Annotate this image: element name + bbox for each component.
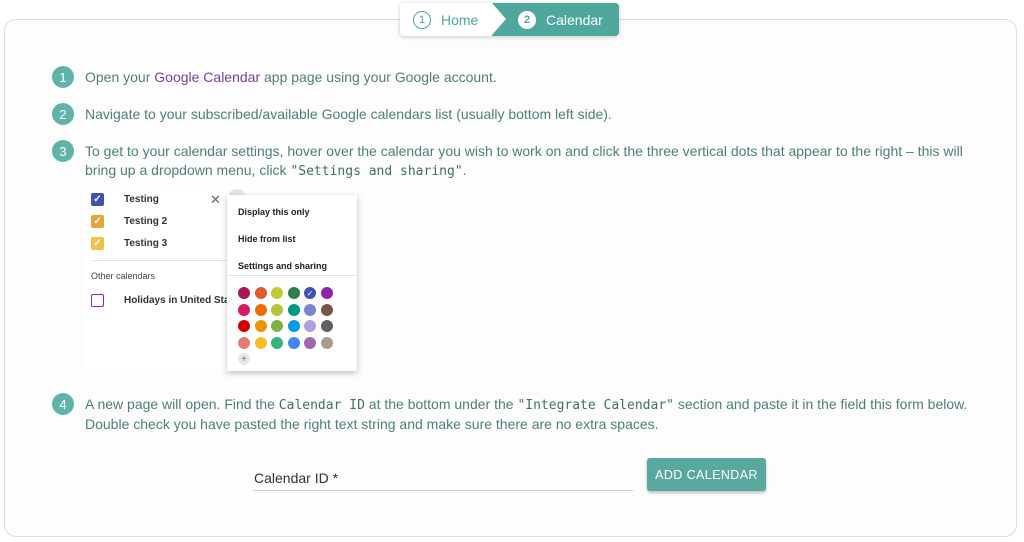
google-calendar-link[interactable]: Google Calendar <box>154 69 260 85</box>
step-text: app page using your Google account. <box>260 69 497 85</box>
step-number: 4 <box>52 393 74 415</box>
color-swatch <box>254 287 267 299</box>
step-number: 3 <box>52 140 74 162</box>
color-swatch <box>254 320 267 332</box>
menu-item-display-only: Display this only <box>238 207 310 217</box>
calendar-settings-screenshot: ✓ Testing ✕ ✓ Testing 2 ✓ Testing 3 Othe… <box>85 185 357 371</box>
menu-item-settings-sharing: Settings and sharing <box>238 261 328 271</box>
color-swatch <box>287 303 300 316</box>
color-swatch <box>271 336 283 349</box>
step-text: To get to your calendar settings, hover … <box>85 143 963 178</box>
color-swatch <box>287 336 300 349</box>
color-swatch <box>271 287 283 299</box>
color-swatch <box>238 287 250 299</box>
color-swatch <box>304 320 316 332</box>
color-swatch <box>271 320 283 332</box>
integrate-calendar-code: "Integrate Calendar" <box>517 398 674 413</box>
calendar-name: Testing <box>124 194 159 205</box>
step-number-badge: 2 <box>518 10 536 29</box>
checkbox-checked-icon: ✓ <box>91 193 104 206</box>
add-color-icon: + <box>238 353 250 365</box>
add-calendar-button[interactable]: ADD CALENDAR <box>647 458 766 491</box>
close-icon: ✕ <box>210 192 221 207</box>
other-calendars-label: Other calendars <box>91 271 156 281</box>
color-swatch <box>320 336 333 349</box>
calendar-row: ✓ Testing 3 <box>91 237 167 250</box>
color-swatch-grid: ✓ <box>238 287 333 349</box>
calendar-id-input[interactable] <box>253 466 633 490</box>
color-swatch <box>238 336 250 349</box>
checkbox-checked-icon: ✓ <box>91 215 104 228</box>
color-swatch <box>287 320 300 332</box>
calendar-row: ✓ Testing 2 <box>91 215 167 228</box>
settings-and-sharing-code: "Settings and sharing" <box>290 164 463 179</box>
calendar-name: Testing 3 <box>124 238 168 249</box>
step-text: A new page will open. Find the <box>85 396 279 412</box>
breadcrumb-home-label: Home <box>441 11 479 28</box>
instruction-step-3: 3 To get to your calendar settings, hove… <box>52 140 985 181</box>
step-text: at the bottom under the <box>364 396 518 412</box>
breadcrumb-arrow <box>492 3 506 35</box>
color-swatch <box>320 320 333 332</box>
divider <box>227 275 357 276</box>
divider <box>91 260 229 261</box>
calendar-row: Holidays in United State <box>91 294 238 307</box>
calendar-name: Holidays in United State <box>124 295 239 306</box>
instruction-step-2: 2 Navigate to your subscribed/available … <box>52 103 985 125</box>
menu-item-hide: Hide from list <box>238 234 296 244</box>
color-swatch <box>271 303 283 316</box>
calendar-row: ✓ Testing <box>91 193 159 206</box>
color-swatch <box>304 336 316 349</box>
checkbox-checked-icon: ✓ <box>91 237 104 250</box>
step-text: Open your <box>85 69 155 85</box>
breadcrumb-calendar[interactable]: 2 Calendar <box>492 3 619 36</box>
step-number: 2 <box>52 103 74 125</box>
color-swatch <box>304 303 316 316</box>
step-number-badge: 1 <box>413 10 431 29</box>
step-text: . <box>462 162 467 178</box>
calendar-name: Testing 2 <box>124 216 168 227</box>
color-swatch <box>254 303 267 316</box>
instruction-step-1: 1 Open your Google Calendar app page usi… <box>52 66 985 88</box>
color-swatch-selected: ✓ <box>304 287 316 299</box>
calendar-id-code: Calendar ID <box>278 398 365 413</box>
breadcrumb: 1 Home 2 Calendar <box>400 3 619 36</box>
color-swatch <box>238 303 250 316</box>
color-swatch <box>287 287 300 299</box>
color-swatch <box>320 303 333 316</box>
breadcrumb-home[interactable]: 1 Home <box>400 3 492 36</box>
calendar-options-menu: Display this only Hide from list Setting… <box>227 195 357 371</box>
color-swatch <box>238 320 250 332</box>
calendar-id-field[interactable]: Calendar ID * <box>253 466 633 491</box>
color-swatch <box>254 336 267 349</box>
color-swatch <box>320 287 333 299</box>
instruction-step-4: 4 A new page will open. Find the Calenda… <box>52 393 985 434</box>
step-number: 1 <box>52 66 74 88</box>
step-text: Navigate to your subscribed/available Go… <box>85 106 612 122</box>
breadcrumb-calendar-label: Calendar <box>546 11 603 28</box>
checkbox-empty-icon <box>91 294 104 307</box>
